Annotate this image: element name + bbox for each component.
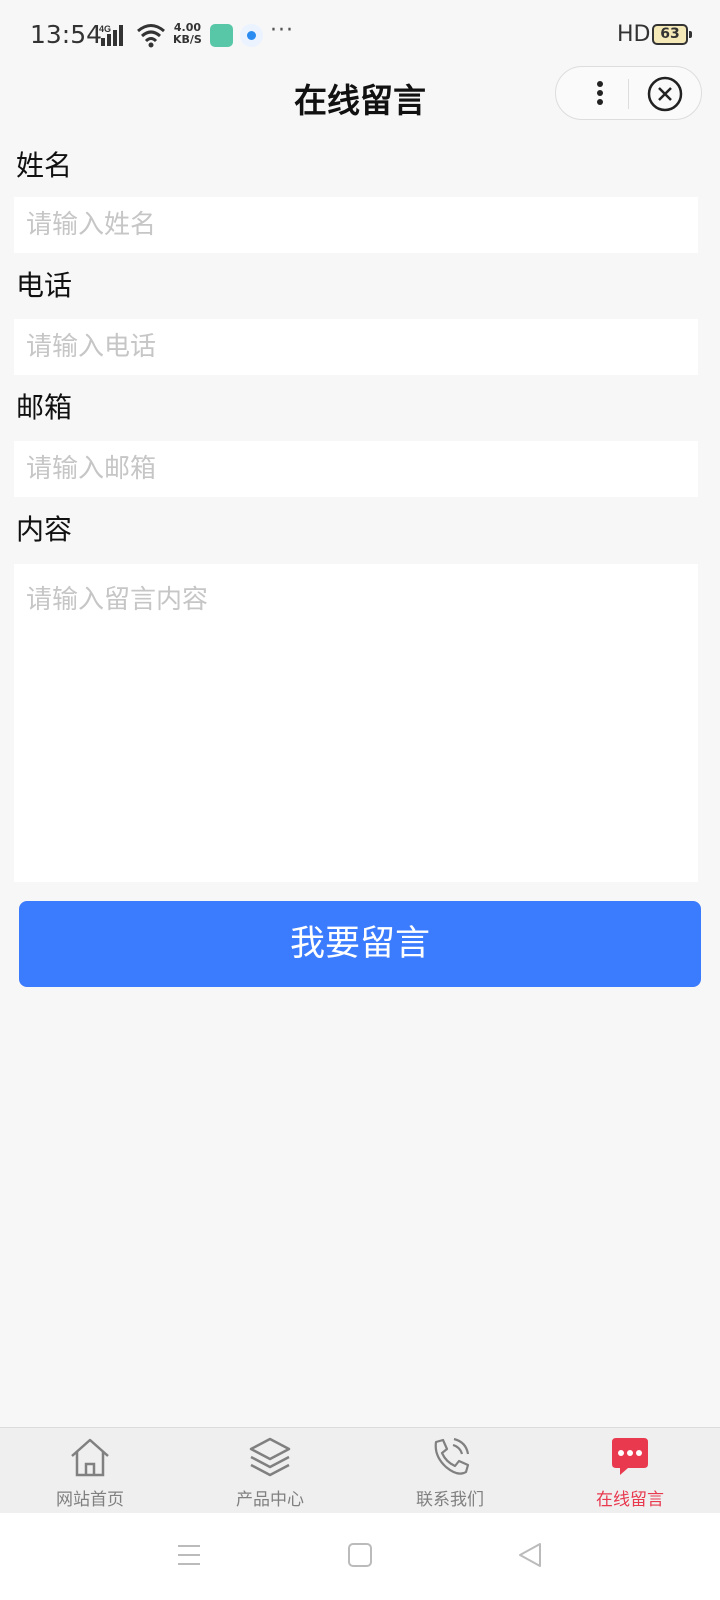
- more-options-icon[interactable]: [580, 75, 620, 111]
- app-notification-icon: [210, 24, 233, 47]
- home-button-icon[interactable]: [346, 1541, 374, 1573]
- capsule-divider: [628, 79, 629, 109]
- tab-home[interactable]: 网站首页: [0, 1428, 180, 1513]
- email-label: 邮箱: [16, 391, 73, 424]
- layers-icon: [248, 1436, 292, 1482]
- close-icon[interactable]: [647, 76, 683, 116]
- phone-label: 电话: [16, 269, 73, 302]
- nav-bar: 在线留言: [0, 66, 720, 140]
- tab-label: 网站首页: [56, 1490, 124, 1510]
- battery-icon: 63: [652, 24, 688, 45]
- mini-program-capsule: [555, 66, 702, 120]
- network-type: 4G: [99, 24, 111, 34]
- message-icon: [608, 1436, 652, 1482]
- phone-icon: [428, 1436, 472, 1482]
- battery-tip: [689, 31, 692, 38]
- network-speed: 4.00 KB/S: [173, 22, 202, 46]
- content-label: 内容: [16, 513, 73, 546]
- wifi-icon: [136, 22, 166, 52]
- more-notifications: ···: [270, 18, 294, 43]
- menu-icon[interactable]: [175, 1541, 203, 1573]
- status-bar: 13:54 4G 4.00 KB/S ··· HD 63: [0, 0, 720, 66]
- hd-indicator: HD: [617, 22, 651, 47]
- tab-label: 联系我们: [416, 1490, 484, 1510]
- system-nav-bar: [0, 1513, 720, 1600]
- content-textarea[interactable]: 请输入留言内容: [14, 564, 698, 882]
- phone-input[interactable]: 请输入电话: [14, 319, 698, 375]
- email-input[interactable]: 请输入邮箱: [14, 441, 698, 497]
- tab-bar: 网站首页 产品中心 联系我们 在线留言: [0, 1427, 720, 1513]
- tab-label: 在线留言: [596, 1490, 664, 1510]
- back-icon[interactable]: [516, 1541, 544, 1573]
- speed-unit: KB/S: [173, 33, 202, 46]
- tab-products[interactable]: 产品中心: [180, 1428, 360, 1513]
- tab-message[interactable]: 在线留言: [540, 1428, 720, 1513]
- home-icon: [68, 1436, 112, 1482]
- tab-label: 产品中心: [236, 1490, 304, 1510]
- name-label: 姓名: [16, 149, 73, 182]
- submit-message-button[interactable]: 我要留言: [19, 901, 701, 987]
- signal-icon: 4G: [99, 23, 129, 51]
- name-input[interactable]: 请输入姓名: [14, 197, 698, 253]
- app-notification-icon-2: [240, 24, 263, 47]
- status-time: 13:54: [30, 20, 103, 49]
- tab-contact[interactable]: 联系我们: [360, 1428, 540, 1513]
